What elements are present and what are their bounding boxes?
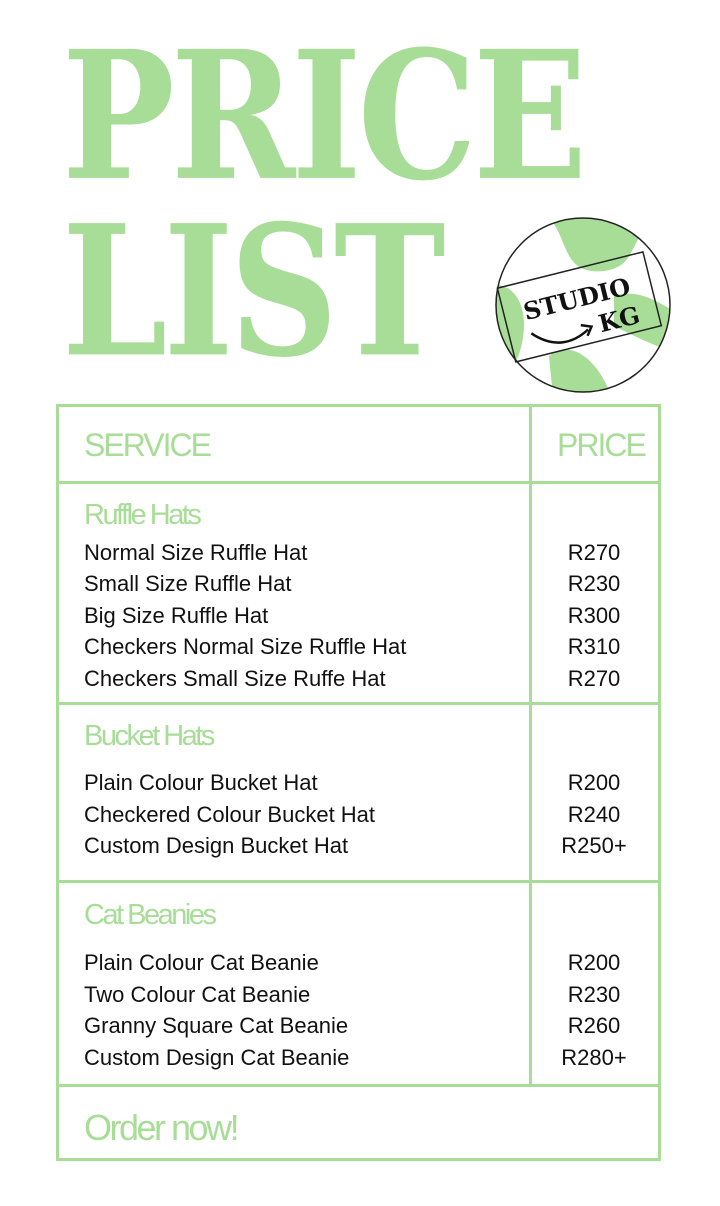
row-divider <box>59 880 658 883</box>
price-value: R230 <box>567 982 621 1007</box>
service-item: Checkers Normal Size Ruffle Hat <box>84 634 407 659</box>
price-value: R270 <box>567 666 621 691</box>
studio-kg-logo: STUDIO KG <box>495 217 671 393</box>
service-item: Two Colour Cat Beanie <box>84 982 311 1007</box>
section-title-ruffle-hats: Ruffle Hats <box>84 499 202 531</box>
price-value: R200 <box>567 770 621 795</box>
row-divider <box>59 1084 658 1087</box>
title-line-2: LIST <box>62 186 446 398</box>
price-value: R300 <box>567 603 621 628</box>
service-item: Big Size Ruffle Hat <box>84 603 269 628</box>
row-divider <box>59 481 658 484</box>
price-value: R270 <box>567 540 621 565</box>
section-title-bucket-hats: Bucket Hats <box>84 720 215 752</box>
price-value: R260 <box>567 1013 621 1038</box>
service-item: Checkers Small Size Ruffe Hat <box>84 666 386 691</box>
header-price: PRICE <box>557 427 647 463</box>
order-now-link[interactable]: Order now! <box>84 1107 240 1149</box>
service-item: Granny Square Cat Beanie <box>84 1013 349 1038</box>
price-value: R280+ <box>561 1045 627 1070</box>
price-value: R310 <box>567 634 621 659</box>
service-item: Plain Colour Cat Beanie <box>84 950 319 975</box>
service-item: Normal Size Ruffle Hat <box>84 540 308 565</box>
price-value: R240 <box>567 802 621 827</box>
service-item: Custom Design Bucket Hat <box>84 833 349 858</box>
row-divider <box>59 702 658 705</box>
price-value: R230 <box>567 571 621 596</box>
price-value: R200 <box>567 950 621 975</box>
price-value: R250+ <box>561 833 627 858</box>
header-service: SERVICE <box>84 427 212 463</box>
service-item: Small Size Ruffle Hat <box>84 571 292 596</box>
service-item: Checkered Colour Bucket Hat <box>84 802 376 827</box>
price-table: SERVICE PRICE Ruffle Hats Normal Size Ru… <box>56 404 661 1161</box>
section-title-cat-beanies: Cat Beanies <box>84 899 217 931</box>
service-item: Custom Design Cat Beanie <box>84 1045 350 1070</box>
service-item: Plain Colour Bucket Hat <box>84 770 318 795</box>
title-line-1: PRICE <box>62 12 587 221</box>
